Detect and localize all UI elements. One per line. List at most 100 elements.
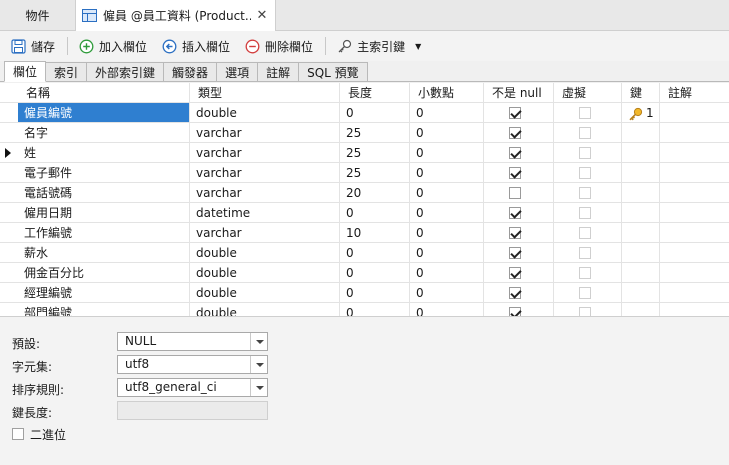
table-row[interactable]: 薪水 double 0 0 bbox=[0, 243, 729, 263]
comment-cell[interactable] bbox=[660, 203, 729, 223]
field-length-cell[interactable]: 0 bbox=[340, 103, 410, 123]
subtab-1[interactable]: 索引 bbox=[45, 62, 88, 81]
not-null-checkbox[interactable] bbox=[509, 187, 521, 199]
row-indicator[interactable] bbox=[0, 183, 18, 203]
table-row[interactable]: 佣金百分比 double 0 0 bbox=[0, 263, 729, 283]
tab-objects[interactable]: 物件 bbox=[0, 0, 76, 31]
key-cell[interactable] bbox=[622, 163, 660, 183]
field-decimals-cell[interactable]: 0 bbox=[410, 103, 484, 123]
row-indicator[interactable] bbox=[0, 283, 18, 303]
table-row[interactable]: 部門編號 double 0 0 bbox=[0, 303, 729, 316]
row-indicator[interactable] bbox=[0, 263, 18, 283]
tab-table-designer[interactable]: 僱員 @員工資料 (Product... ✕ bbox=[76, 0, 276, 31]
not-null-checkbox[interactable] bbox=[509, 127, 521, 139]
header-decimals[interactable]: 小數點 bbox=[410, 83, 484, 103]
field-type-cell[interactable]: varchar bbox=[190, 183, 340, 203]
comment-cell[interactable] bbox=[660, 103, 729, 123]
key-cell[interactable] bbox=[622, 283, 660, 303]
collation-combo[interactable]: utf8_general_ci bbox=[117, 378, 268, 397]
not-null-checkbox[interactable] bbox=[509, 207, 521, 219]
header-not-null[interactable]: 不是 null bbox=[484, 83, 554, 103]
field-decimals-cell[interactable]: 0 bbox=[410, 183, 484, 203]
field-type-cell[interactable]: datetime bbox=[190, 203, 340, 223]
field-type-cell[interactable]: varchar bbox=[190, 143, 340, 163]
table-row[interactable]: 電話號碼 varchar 20 0 bbox=[0, 183, 729, 203]
row-indicator[interactable] bbox=[0, 143, 18, 163]
not-null-checkbox[interactable] bbox=[509, 287, 521, 299]
header-comment[interactable]: 註解 bbox=[660, 83, 729, 103]
row-indicator[interactable] bbox=[0, 303, 18, 316]
comment-cell[interactable] bbox=[660, 143, 729, 163]
key-cell[interactable] bbox=[622, 123, 660, 143]
primary-key-button[interactable]: 主索引鍵 ▼ bbox=[332, 35, 425, 57]
header-key[interactable]: 鍵 bbox=[622, 83, 660, 103]
key-cell[interactable] bbox=[622, 243, 660, 263]
field-decimals-cell[interactable]: 0 bbox=[410, 143, 484, 163]
field-name-cell[interactable]: 電子郵件 bbox=[18, 163, 190, 183]
field-name-cell[interactable]: 工作編號 bbox=[18, 223, 190, 243]
field-decimals-cell[interactable]: 0 bbox=[410, 243, 484, 263]
field-name-cell[interactable]: 佣金百分比 bbox=[18, 263, 190, 283]
row-indicator[interactable] bbox=[0, 163, 18, 183]
row-indicator[interactable] bbox=[0, 103, 18, 123]
field-type-cell[interactable]: double bbox=[190, 263, 340, 283]
virtual-checkbox[interactable] bbox=[579, 127, 591, 139]
key-cell[interactable] bbox=[622, 143, 660, 163]
field-length-cell[interactable]: 0 bbox=[340, 283, 410, 303]
field-decimals-cell[interactable]: 0 bbox=[410, 303, 484, 316]
key-cell[interactable] bbox=[622, 203, 660, 223]
subtab-5[interactable]: 註解 bbox=[257, 62, 300, 81]
subtab-6[interactable]: SQL 預覽 bbox=[298, 62, 368, 81]
comment-cell[interactable] bbox=[660, 303, 729, 316]
field-decimals-cell[interactable]: 0 bbox=[410, 263, 484, 283]
field-type-cell[interactable]: varchar bbox=[190, 123, 340, 143]
field-type-cell[interactable]: varchar bbox=[190, 223, 340, 243]
table-row[interactable]: 僱員編號 double 0 0 1 bbox=[0, 103, 729, 123]
field-type-cell[interactable]: double bbox=[190, 303, 340, 316]
key-cell[interactable]: 1 bbox=[622, 103, 660, 123]
virtual-checkbox[interactable] bbox=[579, 107, 591, 119]
header-name[interactable]: 名稱 bbox=[18, 83, 190, 103]
comment-cell[interactable] bbox=[660, 243, 729, 263]
save-button[interactable]: 儲存 bbox=[6, 35, 59, 57]
virtual-checkbox[interactable] bbox=[579, 187, 591, 199]
not-null-checkbox[interactable] bbox=[509, 167, 521, 179]
comment-cell[interactable] bbox=[660, 263, 729, 283]
dropdown-arrow-icon[interactable]: ▼ bbox=[415, 42, 421, 51]
field-length-cell[interactable]: 0 bbox=[340, 243, 410, 263]
key-cell[interactable] bbox=[622, 303, 660, 316]
subtab-4[interactable]: 選項 bbox=[216, 62, 259, 81]
not-null-checkbox[interactable] bbox=[509, 227, 521, 239]
chevron-down-icon[interactable] bbox=[250, 356, 267, 373]
field-name-cell[interactable]: 電話號碼 bbox=[18, 183, 190, 203]
default-combo[interactable]: NULL bbox=[117, 332, 268, 351]
table-row[interactable]: 姓 varchar 25 0 bbox=[0, 143, 729, 163]
row-indicator[interactable] bbox=[0, 223, 18, 243]
comment-cell[interactable] bbox=[660, 123, 729, 143]
field-name-cell[interactable]: 僱用日期 bbox=[18, 203, 190, 223]
header-virtual[interactable]: 虛擬 bbox=[554, 83, 622, 103]
field-type-cell[interactable]: double bbox=[190, 283, 340, 303]
field-length-cell[interactable]: 20 bbox=[340, 183, 410, 203]
virtual-checkbox[interactable] bbox=[579, 207, 591, 219]
virtual-checkbox[interactable] bbox=[579, 287, 591, 299]
virtual-checkbox[interactable] bbox=[579, 147, 591, 159]
not-null-checkbox[interactable] bbox=[509, 307, 521, 316]
field-name-cell[interactable]: 經理編號 bbox=[18, 283, 190, 303]
field-length-cell[interactable]: 0 bbox=[340, 303, 410, 316]
add-field-button[interactable]: 加入欄位 bbox=[74, 35, 151, 57]
table-row[interactable]: 僱用日期 datetime 0 0 bbox=[0, 203, 729, 223]
field-type-cell[interactable]: varchar bbox=[190, 163, 340, 183]
table-row[interactable]: 經理編號 double 0 0 bbox=[0, 283, 729, 303]
field-decimals-cell[interactable]: 0 bbox=[410, 223, 484, 243]
charset-combo[interactable]: utf8 bbox=[117, 355, 268, 374]
field-decimals-cell[interactable]: 0 bbox=[410, 283, 484, 303]
row-indicator[interactable] bbox=[0, 243, 18, 263]
field-name-cell[interactable]: 姓 bbox=[18, 143, 190, 163]
virtual-checkbox[interactable] bbox=[579, 167, 591, 179]
field-decimals-cell[interactable]: 0 bbox=[410, 163, 484, 183]
key-cell[interactable] bbox=[622, 223, 660, 243]
field-length-cell[interactable]: 25 bbox=[340, 163, 410, 183]
header-length[interactable]: 長度 bbox=[340, 83, 410, 103]
chevron-down-icon[interactable] bbox=[250, 333, 267, 350]
